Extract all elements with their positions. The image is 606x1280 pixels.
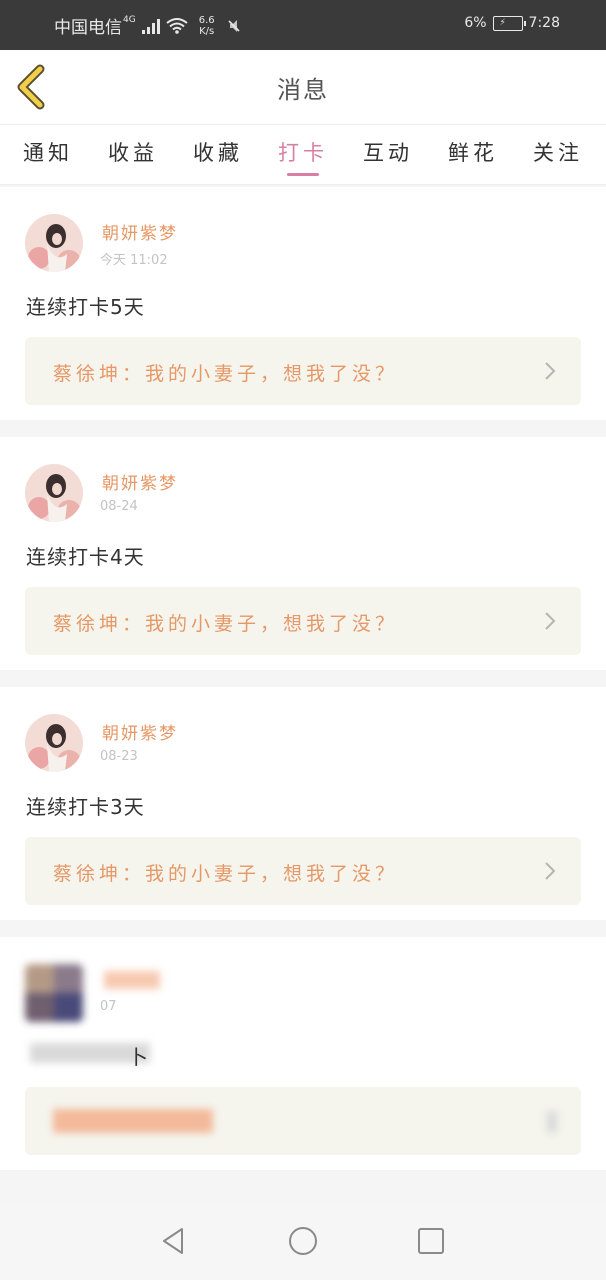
post-time: 07	[100, 999, 117, 1014]
tab-notifications[interactable]: 通知	[13, 137, 83, 167]
nav-recent-button[interactable]	[415, 1225, 447, 1257]
status-left: 中国电信 4G 6.6 K/s	[54, 13, 242, 38]
avatar[interactable]	[25, 964, 83, 1022]
chevron-right-icon	[545, 862, 556, 880]
checkin-card: 朝妍紫梦 08-23 连续打卡3天 蔡徐坤：我的小妻子，想我了没？	[0, 687, 606, 920]
tab-flowers[interactable]: 鲜花	[438, 137, 508, 167]
clock: 7:28	[528, 15, 560, 31]
status-bar: 中国电信 4G 6.6 K/s 6% ⚡ 7:28	[0, 0, 606, 50]
checkin-message: 连续打卡3天	[26, 795, 145, 819]
post-time: 08-24	[100, 499, 138, 514]
tab-following[interactable]: 关注	[523, 137, 593, 167]
active-tab-indicator	[287, 173, 319, 176]
mute-icon	[228, 19, 240, 32]
header: 消息	[0, 50, 606, 124]
tab-earnings[interactable]: 收益	[98, 137, 168, 167]
square-recent-icon	[418, 1228, 444, 1254]
tab-bar: 通知 收益 收藏 打卡 互动 鲜花 关注	[0, 124, 606, 185]
nav-home-button[interactable]	[287, 1225, 319, 1257]
circle-home-icon	[289, 1227, 317, 1255]
checkin-message: 卜	[128, 1045, 149, 1069]
network-type: 4G	[123, 14, 136, 25]
author-name[interactable]: 朝妍紫梦	[102, 719, 178, 744]
battery-icon: ⚡	[492, 15, 526, 31]
checkin-card: 朝妍紫梦 今天 11:02 连续打卡5天 蔡徐坤：我的小妻子，想我了没？	[0, 187, 606, 420]
avatar[interactable]	[25, 214, 83, 272]
quote-box[interactable]: 蔡徐坤：我的小妻子，想我了没？	[25, 587, 581, 655]
checkin-message: 连续打卡5天	[26, 295, 145, 319]
chevron-right-icon	[545, 362, 556, 380]
author-name[interactable]: 朝妍紫梦	[102, 469, 178, 494]
avatar[interactable]	[25, 464, 83, 522]
speed-value: 6.6	[198, 14, 215, 26]
post-time: 今天 11:02	[100, 253, 168, 268]
checkin-message: 连续打卡4天	[26, 545, 145, 569]
network-speed: 6.6 K/s	[194, 15, 220, 37]
nav-back-button[interactable]	[158, 1225, 190, 1257]
chevron-right-icon	[547, 1111, 557, 1133]
speed-unit: K/s	[199, 25, 215, 37]
triangle-back-icon	[163, 1228, 183, 1254]
status-right: 6% ⚡ 7:28	[464, 15, 560, 31]
tab-favorites[interactable]: 收藏	[183, 137, 253, 167]
battery-percent: 6%	[464, 15, 487, 31]
quote-text: 蔡徐坤：我的小妻子，想我了没？	[53, 613, 399, 635]
tab-interactions[interactable]: 互动	[353, 137, 423, 167]
signal-icon	[141, 18, 160, 34]
system-navigation-bar	[0, 1203, 606, 1280]
checkin-card: 朝妍紫梦 08-24 连续打卡4天 蔡徐坤：我的小妻子，想我了没？	[0, 437, 606, 670]
quote-box[interactable]: 蔡徐坤：我的小妻子，想我了没？	[25, 337, 581, 405]
tab-checkin[interactable]: 打卡	[268, 137, 338, 167]
quote-text-blurred	[53, 1109, 213, 1133]
quote-box[interactable]: 蔡徐坤：我的小妻子，想我了没？	[25, 837, 581, 905]
author-name-blurred	[104, 971, 160, 989]
chevron-right-icon	[545, 612, 556, 630]
avatar[interactable]	[25, 714, 83, 772]
page-title: 消息	[277, 76, 329, 104]
quote-box[interactable]	[25, 1087, 581, 1155]
wifi-icon	[166, 17, 188, 34]
author-name[interactable]: 朝妍紫梦	[102, 219, 178, 244]
quote-text: 蔡徐坤：我的小妻子，想我了没？	[53, 863, 399, 885]
checkin-card-blurred: 07 卜	[0, 937, 606, 1170]
carrier-label: 中国电信	[54, 18, 122, 38]
quote-text: 蔡徐坤：我的小妻子，想我了没？	[53, 363, 399, 385]
post-time: 08-23	[100, 749, 138, 764]
